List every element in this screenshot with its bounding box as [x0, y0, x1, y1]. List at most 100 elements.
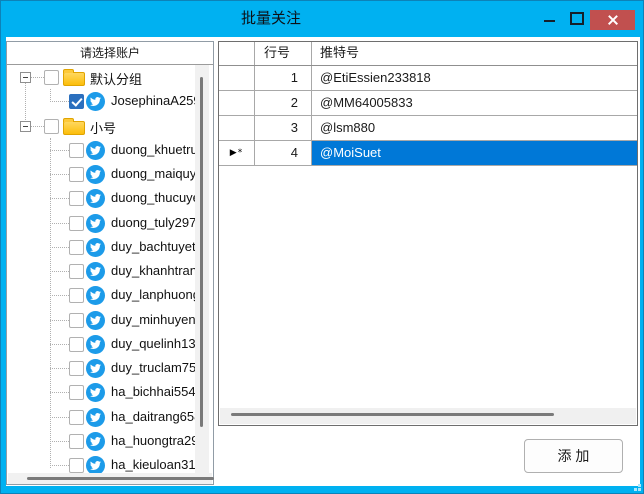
- tree-group-row[interactable]: 小号: [8, 114, 196, 138]
- twitter-icon: [86, 92, 105, 111]
- account-checkbox[interactable]: [69, 94, 84, 109]
- account-checkbox[interactable]: [69, 361, 84, 376]
- tree-connector: [50, 247, 69, 248]
- tree-account-row[interactable]: duong_khuetru: [8, 138, 196, 162]
- table-row[interactable]: 1 @EtiEssien233818: [219, 66, 637, 91]
- account-checkbox[interactable]: [69, 288, 84, 303]
- tree-item-label: ha_kieuloan317: [111, 457, 196, 472]
- tree-account-row[interactable]: duy_bachtuyet8: [8, 235, 196, 259]
- dialog-content: 请选择账户 默认分组 JosephinaA259 小号 duo: [6, 37, 640, 486]
- tree-item-label: ha_bichhai5543: [111, 384, 196, 399]
- close-button[interactable]: [590, 10, 635, 30]
- tree-account-row[interactable]: ha_huongtra29: [8, 429, 196, 453]
- tree-connector: [50, 417, 69, 418]
- tree-connector: [50, 441, 69, 442]
- table-corner-header[interactable]: [219, 42, 255, 65]
- group-checkbox[interactable]: [44, 70, 59, 85]
- account-checkbox[interactable]: [69, 264, 84, 279]
- twitter-handle-table: 行号 推特号 1 @EtiEssien233818 2 @MM64005833 …: [218, 41, 638, 426]
- tree-horizontal-scrollbar-thumb[interactable]: [27, 477, 214, 480]
- collapse-expander-icon[interactable]: [20, 72, 31, 83]
- tree-item-label: duy_quelinh133: [111, 336, 196, 351]
- batch-follow-dialog: 批量关注 请选择账户 默认分组: [0, 0, 644, 494]
- row-header-cell[interactable]: ▶*: [219, 141, 255, 165]
- row-header-cell[interactable]: [219, 66, 255, 90]
- tree-account-row[interactable]: JosephinaA259: [8, 89, 196, 113]
- account-tree-panel: 请选择账户 默认分组 JosephinaA259 小号 duo: [6, 41, 214, 485]
- account-checkbox[interactable]: [69, 337, 84, 352]
- tree-item-label: duong_maiquy: [111, 166, 196, 181]
- group-checkbox[interactable]: [44, 119, 59, 134]
- twitter-icon: [86, 335, 105, 354]
- account-checkbox[interactable]: [69, 191, 84, 206]
- twitter-handle-cell[interactable]: @lsm880: [312, 116, 637, 140]
- twitter-handle-cell[interactable]: @EtiEssien233818: [312, 66, 637, 90]
- line-number-cell[interactable]: 2: [255, 91, 312, 115]
- table-row[interactable]: 2 @MM64005833: [219, 91, 637, 116]
- add-button[interactable]: 添 加: [524, 439, 623, 473]
- tree-account-row[interactable]: duong_maiquy: [8, 162, 196, 186]
- tree-connector: [50, 174, 69, 175]
- column-header-twitter-handle[interactable]: 推特号: [312, 42, 637, 65]
- table-horizontal-scrollbar-thumb[interactable]: [231, 413, 554, 416]
- tree-item-label: duong_tuly297: [111, 215, 196, 230]
- twitter-handle-cell[interactable]: @MM64005833: [312, 91, 637, 115]
- tree-account-row[interactable]: ha_bichhai5543: [8, 380, 196, 404]
- tree-account-row[interactable]: duong_tuly297: [8, 211, 196, 235]
- tree-account-row[interactable]: duy_lanphuong: [8, 283, 196, 307]
- tree-connector: [31, 126, 44, 127]
- tree-item-label: 小号: [90, 118, 116, 137]
- table-horizontal-scrollbar[interactable]: [220, 408, 636, 424]
- row-header-cell[interactable]: [219, 116, 255, 140]
- tree-group-row[interactable]: 默认分组: [8, 65, 196, 89]
- table-header-row: 行号 推特号: [219, 42, 637, 66]
- line-number-cell[interactable]: 3: [255, 116, 312, 140]
- line-number-cell[interactable]: 1: [255, 66, 312, 90]
- twitter-icon: [86, 165, 105, 184]
- tree-account-row[interactable]: duy_quelinh133: [8, 332, 196, 356]
- tree-vertical-scrollbar[interactable]: [195, 65, 209, 474]
- account-checkbox[interactable]: [69, 434, 84, 449]
- minimize-button[interactable]: [537, 7, 561, 31]
- tree-account-row[interactable]: duy_khanhtran: [8, 259, 196, 283]
- row-header-cell[interactable]: [219, 91, 255, 115]
- account-checkbox[interactable]: [69, 240, 84, 255]
- tree-connector: [50, 392, 69, 393]
- account-checkbox[interactable]: [69, 167, 84, 182]
- tree-item-label: JosephinaA259: [111, 93, 196, 108]
- tree-horizontal-scrollbar[interactable]: [8, 473, 212, 484]
- tree-account-row[interactable]: duong_thucuye: [8, 186, 196, 210]
- window-resize-grip[interactable]: [631, 481, 641, 491]
- account-checkbox[interactable]: [69, 458, 84, 473]
- tree-connector: [31, 77, 44, 78]
- twitter-handle-cell[interactable]: @MoiSuet: [312, 141, 637, 165]
- tree-vertical-scrollbar-thumb[interactable]: [200, 77, 203, 427]
- tree-account-row[interactable]: duy_minhuyen5: [8, 308, 196, 332]
- tree-account-row[interactable]: duy_truclam759: [8, 356, 196, 380]
- twitter-icon: [86, 408, 105, 427]
- column-header-line-number[interactable]: 行号: [255, 42, 312, 65]
- maximize-icon: [570, 12, 584, 25]
- tree-account-row[interactable]: ha_daitrang658: [8, 405, 196, 429]
- table-row[interactable]: ▶* 4 @MoiSuet: [219, 141, 637, 166]
- account-checkbox[interactable]: [69, 410, 84, 425]
- tree-connector: [50, 295, 69, 296]
- tree-item-label: duong_khuetru: [111, 142, 196, 157]
- account-checkbox[interactable]: [69, 313, 84, 328]
- twitter-icon: [86, 359, 105, 378]
- folder-icon: [63, 121, 85, 135]
- tree-account-row[interactable]: ha_kieuloan317: [8, 453, 196, 473]
- table-row[interactable]: 3 @lsm880: [219, 116, 637, 141]
- tree-connector: [50, 198, 69, 199]
- account-checkbox[interactable]: [69, 143, 84, 158]
- collapse-expander-icon[interactable]: [20, 121, 31, 132]
- twitter-icon: [86, 311, 105, 330]
- maximize-button[interactable]: [564, 7, 588, 31]
- tree-item-label: ha_huongtra29: [111, 433, 196, 448]
- twitter-icon: [86, 286, 105, 305]
- tree-item-label: duy_truclam759: [111, 360, 196, 375]
- account-checkbox[interactable]: [69, 216, 84, 231]
- line-number-cell[interactable]: 4: [255, 141, 312, 165]
- account-checkbox[interactable]: [69, 385, 84, 400]
- tree-connector: [50, 101, 69, 102]
